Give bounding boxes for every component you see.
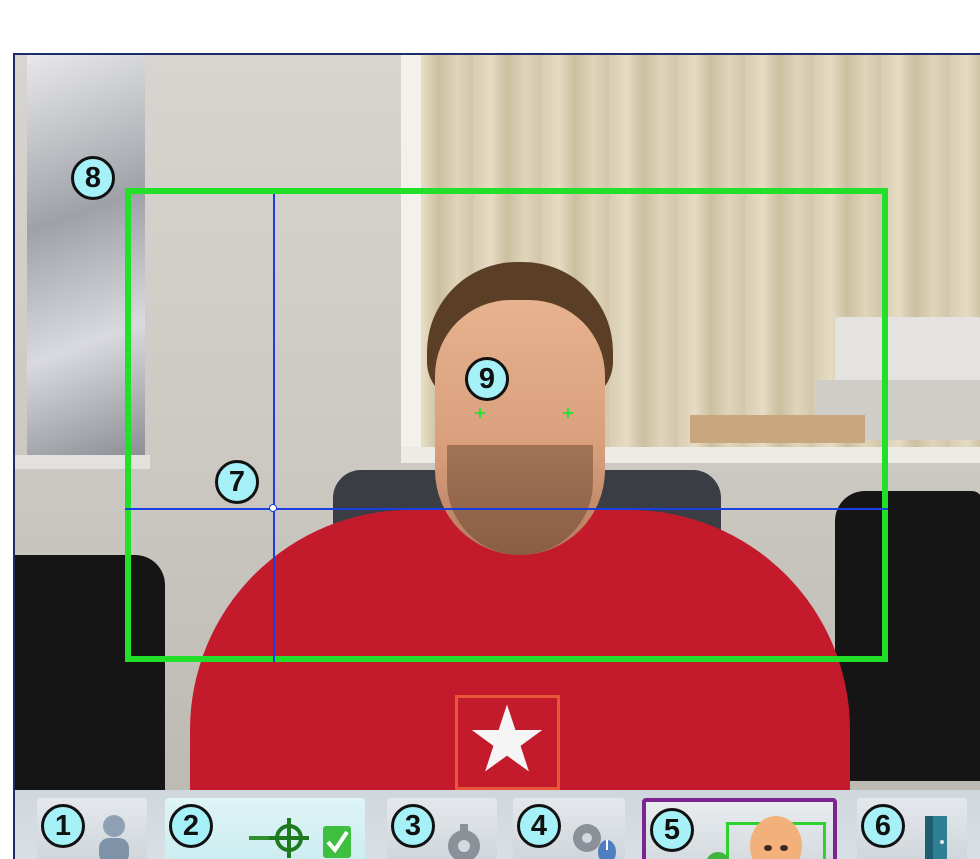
- camera-view: ★ + + 8 9 7: [15, 55, 980, 790]
- face-tracking-icon: [707, 816, 802, 859]
- mouse-settings-button[interactable]: 4: [513, 798, 625, 859]
- exit-button[interactable]: 6: [857, 798, 967, 859]
- app-window: ★ + + 8 9 7 1 2 3 4 5 6: [13, 53, 980, 859]
- callout-9: 9: [465, 357, 509, 401]
- toolbar: 1 2 3 4 5 6: [15, 790, 980, 859]
- eye-marker-left-icon: +: [473, 403, 487, 422]
- crosshair-vertical: [273, 194, 275, 662]
- user-settings-button[interactable]: 1: [37, 798, 147, 859]
- button-number: 6: [861, 804, 905, 848]
- calibrate-button[interactable]: 2: [165, 798, 365, 859]
- face-tracking-button[interactable]: 5: [642, 798, 837, 859]
- eye-marker-right-icon: +: [561, 403, 575, 422]
- calibrate-target-icon: [249, 818, 351, 858]
- gear-mouse-icon: [573, 824, 616, 859]
- button-number: 3: [391, 804, 435, 848]
- crosshair-horizontal: [125, 508, 888, 510]
- callout-8: 8: [71, 156, 115, 200]
- shirt-star-icon: ★: [465, 689, 549, 790]
- user-settings-icon: [99, 815, 129, 859]
- button-number: 2: [169, 804, 213, 848]
- button-number: 5: [650, 808, 694, 852]
- button-number: 4: [517, 804, 561, 848]
- gear-icon: [448, 824, 480, 859]
- face-detection-box: [125, 188, 888, 662]
- exit-door-icon: [925, 816, 947, 859]
- callout-7: 7: [215, 460, 259, 504]
- crosshair-center-point: [269, 504, 277, 512]
- settings-button[interactable]: 3: [387, 798, 497, 859]
- button-number: 1: [41, 804, 85, 848]
